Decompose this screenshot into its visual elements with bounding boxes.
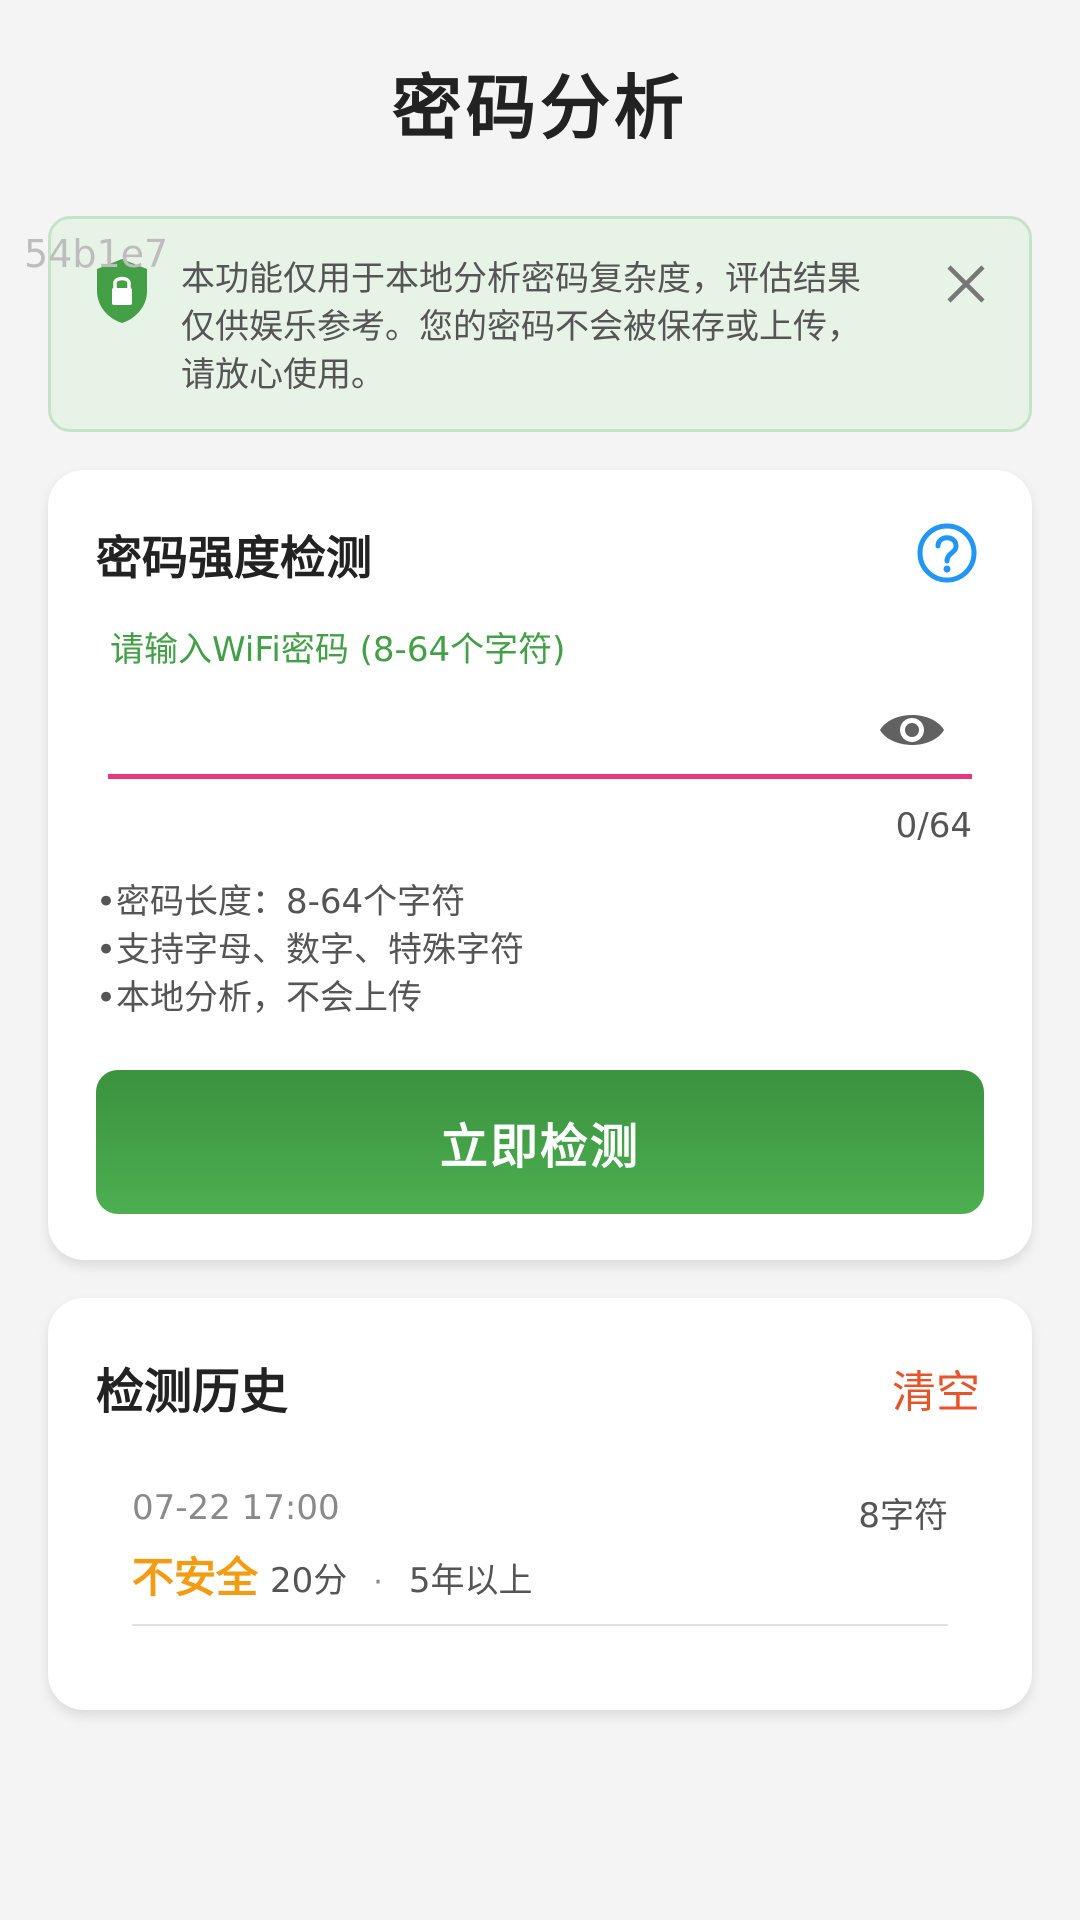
password-input[interactable] xyxy=(108,680,872,772)
watermark-text: 54b1e7 xyxy=(24,232,169,276)
notice-text-line: 仅供娱乐参考。您的密码不会被保存或上传， xyxy=(181,307,861,347)
notice-text-line: 本功能仅用于本地分析密码复杂度，评估结果 xyxy=(181,259,861,299)
password-input-underline xyxy=(108,774,972,779)
eye-icon[interactable] xyxy=(878,704,946,756)
page-title: 密码分析 xyxy=(392,67,688,149)
history-item-length: 8字符 xyxy=(858,1496,948,1536)
history-item-crack-time: 5年以上 xyxy=(408,1561,533,1601)
history-title: 检测历史 xyxy=(96,1364,289,1420)
character-counter: 0/64 xyxy=(895,806,972,846)
history-item-result: 不安全 20分 · 5年以上 xyxy=(132,1544,532,1605)
notice-text-line: 请放心使用。 xyxy=(181,355,385,395)
clear-history-button[interactable]: 清空 xyxy=(892,1356,980,1420)
history-item-separator: · xyxy=(373,1565,383,1600)
history-item-time: 07-22 17:00 xyxy=(132,1488,340,1528)
close-icon[interactable] xyxy=(943,261,989,307)
question-circle-icon[interactable] xyxy=(916,522,978,584)
password-tips: •密码长度：8-64个字符 •支持字母、数字、特殊字符 •本地分析，不会上传 xyxy=(96,878,524,1022)
app-screen: 密码分析 本功能仅用于本地分析密码复杂度，评估结果 仅供娱乐参考。您的密码不会被… xyxy=(0,0,1080,1920)
password-field-label: 请输入WiFi密码 (8-64个字符) xyxy=(110,630,566,670)
notice-text: 本功能仅用于本地分析密码复杂度，评估结果 仅供娱乐参考。您的密码不会被保存或上传… xyxy=(181,255,911,399)
tip-item: •支持字母、数字、特殊字符 xyxy=(96,930,524,970)
tip-text: 密码长度：8-64个字符 xyxy=(116,882,466,922)
tip-text: 本地分析，不会上传 xyxy=(116,978,422,1018)
history-item-status: 不安全 xyxy=(132,1553,259,1602)
privacy-notice-banner: 本功能仅用于本地分析密码复杂度，评估结果 仅供娱乐参考。您的密码不会被保存或上传… xyxy=(48,216,1032,432)
history-list-item[interactable]: 07-22 17:00 8字符 不安全 20分 · 5年以上 xyxy=(132,1480,948,1626)
check-now-button[interactable]: 立即检测 xyxy=(96,1070,984,1214)
tip-item: •密码长度：8-64个字符 xyxy=(96,882,466,922)
history-item-divider xyxy=(132,1624,948,1626)
tip-item: •本地分析，不会上传 xyxy=(96,978,422,1018)
history-item-score: 20分 xyxy=(270,1561,348,1601)
check-card-title: 密码强度检测 xyxy=(96,531,372,585)
tip-text: 支持字母、数字、特殊字符 xyxy=(116,930,524,970)
